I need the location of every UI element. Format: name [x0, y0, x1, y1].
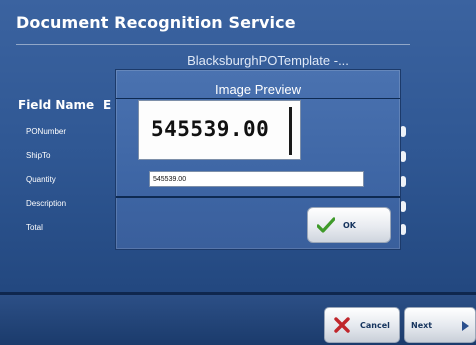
field-list: PONumber ShipTo Quantity Description Tot…: [26, 126, 66, 246]
field-row-total[interactable]: Total: [26, 222, 66, 246]
field-row-ponumber[interactable]: PONumber: [26, 126, 66, 150]
title-divider: [16, 44, 410, 45]
next-label: Next: [411, 320, 433, 330]
dialog-title-divider: [116, 98, 400, 99]
field-row-quantity[interactable]: Quantity: [26, 174, 66, 198]
right-arrow-icon: [462, 321, 469, 331]
field-row-shipto[interactable]: ShipTo: [26, 150, 66, 174]
app-title: Document Recognition Service: [16, 13, 296, 32]
template-name: BlacksburghPOTemplate -...: [187, 53, 349, 68]
preview-image-text: 545539.00: [151, 117, 270, 141]
checkmark-icon: [317, 217, 335, 233]
image-preview-dialog: Image Preview 545539.00 OK: [115, 69, 401, 250]
field-name-header: Field Name: [18, 98, 95, 112]
x-icon: [334, 317, 350, 333]
preview-image-mark: [289, 107, 292, 155]
cancel-label: Cancel: [360, 320, 390, 330]
field-row-description[interactable]: Description: [26, 198, 66, 222]
ok-label: OK: [343, 220, 356, 230]
image-preview: 545539.00: [138, 100, 301, 160]
next-button[interactable]: Next: [404, 307, 476, 343]
dialog-title: Image Preview: [215, 82, 301, 97]
cancel-button[interactable]: Cancel: [324, 307, 400, 343]
recognized-value-input[interactable]: [149, 171, 364, 187]
dialog-divider: [116, 196, 400, 198]
field-value-header: E: [103, 98, 112, 112]
ok-button[interactable]: OK: [307, 207, 391, 243]
